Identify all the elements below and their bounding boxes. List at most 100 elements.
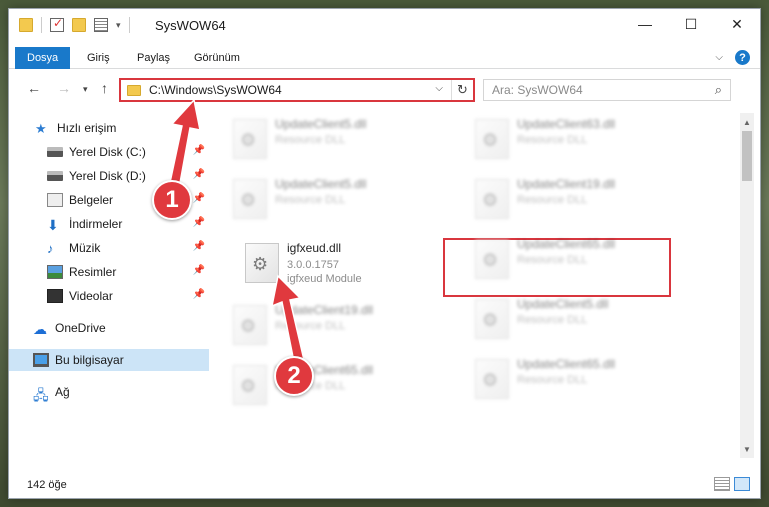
- view-toggle: [714, 477, 750, 491]
- maximize-button[interactable]: ☐: [668, 9, 714, 39]
- sidebar-item-quick-access[interactable]: ★ Hızlı erişim: [9, 117, 209, 139]
- pin-icon[interactable]: 📌: [193, 145, 205, 156]
- file-name: UpdateClient5.dll: [517, 297, 609, 311]
- back-arrow-icon[interactable]: ←: [27, 80, 41, 96]
- file-list: UpdateClient5.dll Resource DLL UpdateClie…: [217, 113, 739, 458]
- pin-icon[interactable]: 📌: [193, 193, 205, 204]
- search-input[interactable]: [492, 83, 692, 97]
- scroll-down-icon[interactable]: ▼: [740, 442, 754, 456]
- forward-arrow-icon[interactable]: →: [57, 80, 71, 96]
- explorer-window: ▾ SysWOW64 — ☐ ✕ Dosya Giriş Paylaş Görü…: [8, 8, 761, 499]
- customize-toolbar-icon[interactable]: ▾: [116, 20, 121, 31]
- address-path[interactable]: C:\Windows\SysWOW64: [149, 83, 282, 97]
- sidebar-item-label: Bu bilgisayar: [55, 353, 124, 367]
- sidebar-item-this-pc[interactable]: Bu bilgisayar: [9, 349, 209, 371]
- toolbar-separator: [41, 17, 42, 33]
- details-view-icon[interactable]: [714, 477, 730, 491]
- file-item[interactable]: UpdateClient5.dll Resource DLL: [227, 115, 447, 165]
- folder-icon: [127, 84, 141, 96]
- file-item[interactable]: UpdateClient65.dllResource DLL: [469, 355, 689, 405]
- file-name: UpdateClient65.dll: [517, 237, 616, 251]
- file-item[interactable]: UpdateClient65.dllResource DLL: [227, 361, 447, 411]
- recent-locations-icon[interactable]: ▾: [83, 84, 88, 95]
- new-folder-icon[interactable]: [72, 18, 86, 32]
- pin-icon[interactable]: 📌: [193, 241, 205, 252]
- file-item[interactable]: UpdateClient63.dll Resource DLL: [469, 115, 689, 165]
- file-version: 3.0.0.1757: [287, 259, 339, 271]
- step-badge-2: 2: [274, 356, 314, 396]
- properties-icon[interactable]: [94, 18, 108, 32]
- expand-ribbon-icon[interactable]: ⌵: [715, 52, 723, 63]
- file-name: igfxeud.dll: [287, 241, 342, 255]
- search-box[interactable]: ⌕: [483, 79, 731, 101]
- scroll-up-icon[interactable]: ▲: [740, 115, 754, 129]
- minimize-button[interactable]: —: [622, 9, 668, 39]
- file-name: UpdateClient19.dll: [517, 177, 616, 191]
- sidebar-item-label: Müzik: [69, 241, 101, 255]
- up-arrow-icon[interactable]: ↑: [101, 80, 108, 96]
- file-name: UpdateClient5.dll: [275, 177, 367, 191]
- quick-access-toolbar: ▾: [19, 16, 130, 33]
- disk-icon: [47, 147, 63, 157]
- tab-giris[interactable]: Giriş: [75, 47, 122, 69]
- download-icon: ⬇: [47, 217, 59, 233]
- window-title: SysWOW64: [155, 18, 226, 33]
- help-icon[interactable]: ?: [735, 50, 750, 65]
- refresh-icon[interactable]: ↻: [451, 80, 473, 100]
- tiles-view-icon[interactable]: [734, 477, 750, 491]
- pin-icon[interactable]: 📌: [193, 169, 205, 180]
- sidebar-item-disk-c[interactable]: Yerel Disk (C:) 📌: [9, 141, 209, 163]
- navigation-bar: ← → ▾ ↑ C:\Windows\SysWOW64 ⌵ ↻ ⌕: [9, 75, 760, 105]
- sidebar-item-label: Belgeler: [69, 193, 114, 207]
- documents-icon: [47, 193, 63, 207]
- dll-file-icon: [475, 299, 509, 339]
- sidebar-item-label: Ağ: [55, 385, 70, 399]
- status-bar: 142 öğe: [9, 472, 760, 498]
- file-name: UpdateClient5.dll: [275, 117, 367, 131]
- file-item-igfxeud[interactable]: igfxeud.dll 3.0.0.1757 igfxeud Module: [239, 239, 459, 289]
- ribbon-right: ⌵ ?: [715, 50, 750, 65]
- sidebar-item-network[interactable]: 🖧 Ağ: [9, 381, 209, 403]
- address-bar[interactable]: C:\Windows\SysWOW64 ⌵ ↻: [119, 78, 475, 102]
- file-item[interactable]: UpdateClient19.dll Resource DLL: [469, 175, 689, 225]
- dll-file-icon: [475, 239, 509, 279]
- vertical-scrollbar[interactable]: ▲ ▼: [740, 113, 754, 458]
- dll-file-icon: [233, 179, 267, 219]
- file-type: Resource DLL: [517, 374, 588, 386]
- sidebar-item-music[interactable]: ♪ Müzik 📌: [9, 237, 209, 259]
- tab-dosya[interactable]: Dosya: [15, 47, 71, 69]
- file-name: UpdateClient63.dll: [517, 117, 616, 131]
- sidebar-item-onedrive[interactable]: ☁ OneDrive: [9, 317, 209, 339]
- scroll-thumb[interactable]: [742, 131, 752, 181]
- sidebar-item-label: Yerel Disk (C:): [69, 145, 146, 159]
- file-item[interactable]: UpdateClient19.dll Resource DLL: [227, 301, 447, 351]
- navigation-pane: ★ Hızlı erişim Yerel Disk (C:) 📌 Yerel D…: [9, 113, 209, 458]
- cloud-icon: ☁: [33, 321, 47, 337]
- file-item[interactable]: UpdateClient5.dll Resource DLL: [227, 175, 447, 225]
- close-button[interactable]: ✕: [714, 9, 760, 39]
- folder-icon: [19, 18, 33, 32]
- music-icon: ♪: [47, 241, 54, 256]
- file-item[interactable]: UpdateClient5.dll Resource DLL: [469, 295, 689, 345]
- tab-paylas[interactable]: Paylaş: [125, 47, 182, 69]
- tab-gorunum[interactable]: Görünüm: [182, 47, 252, 69]
- properties-check-icon[interactable]: [50, 16, 64, 32]
- dll-file-icon: [475, 119, 509, 159]
- toolbar-separator: [128, 17, 130, 33]
- file-type: Resource DLL: [517, 194, 588, 206]
- pin-icon[interactable]: 📌: [193, 217, 205, 228]
- sidebar-item-videos[interactable]: Videolar 📌: [9, 285, 209, 307]
- dll-file-icon: [233, 365, 267, 405]
- search-icon[interactable]: ⌕: [715, 82, 722, 98]
- file-type: Resource DLL: [275, 134, 346, 146]
- sidebar-item-label: Hızlı erişim: [57, 121, 117, 135]
- sidebar-item-pictures[interactable]: Resimler 📌: [9, 261, 209, 283]
- pin-icon[interactable]: 📌: [193, 265, 205, 276]
- dll-file-icon: [233, 119, 267, 159]
- chevron-down-icon[interactable]: ⌵: [435, 83, 443, 94]
- file-item[interactable]: UpdateClient65.dllResource DLL: [469, 235, 689, 285]
- pin-icon[interactable]: 📌: [193, 289, 205, 300]
- file-description: igfxeud Module: [287, 273, 362, 285]
- dll-file-icon: [245, 243, 279, 283]
- computer-icon: [33, 353, 49, 367]
